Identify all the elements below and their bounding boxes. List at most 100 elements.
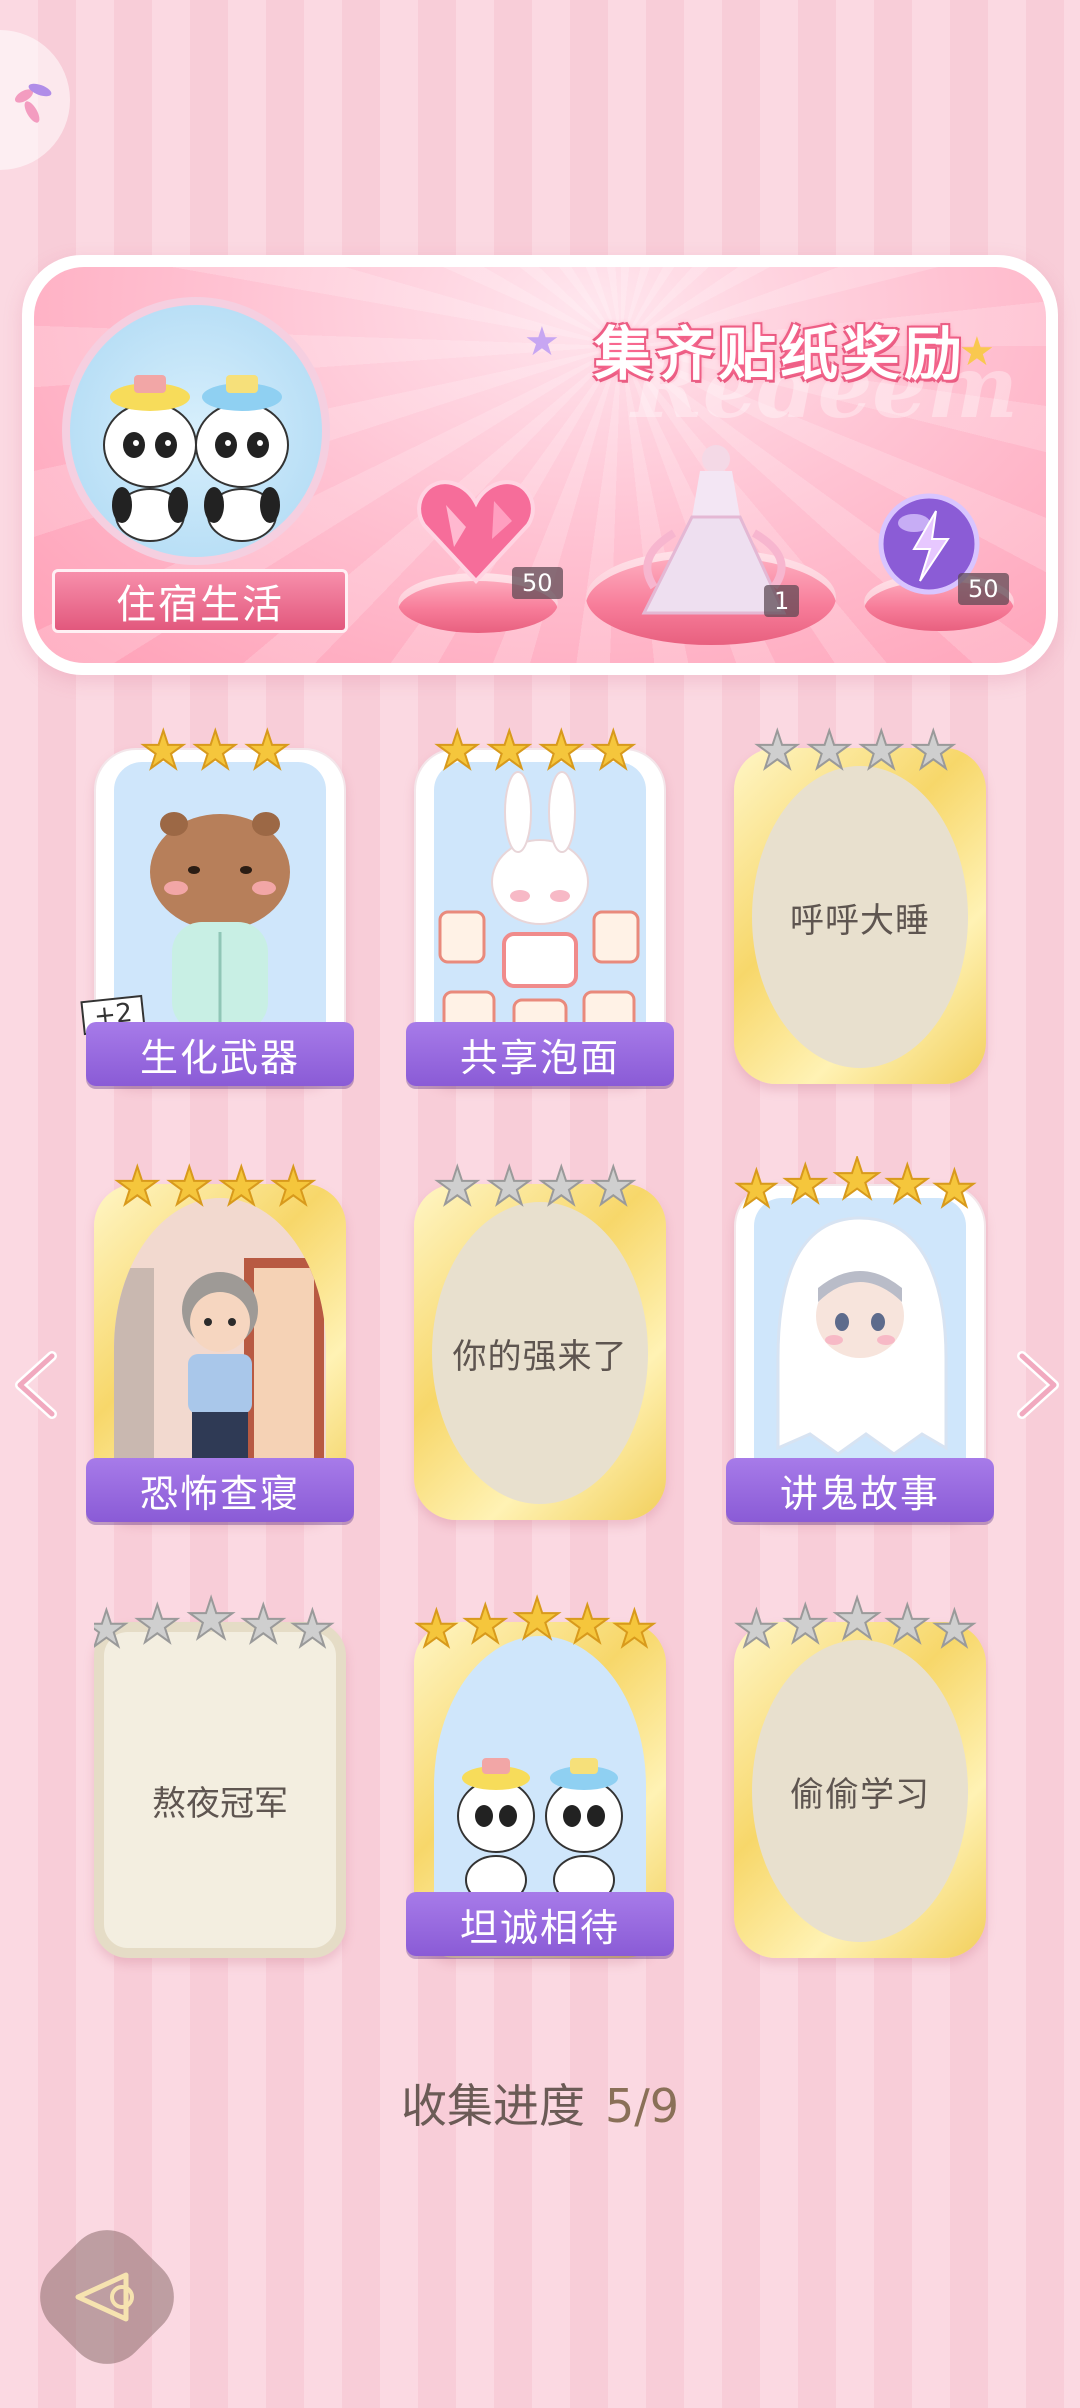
rating-star-icon: ★: [883, 1594, 932, 1654]
card-star-rating: ★ ★ ★ ★: [113, 1156, 318, 1216]
collection-progress: 收集进度 5/9: [0, 2070, 1080, 2136]
menu-flower-button[interactable]: [0, 30, 70, 170]
rating-star-icon: ★: [185, 1594, 237, 1653]
rating-star-icon: ★: [931, 1599, 978, 1654]
svg-text:★: ★: [806, 721, 853, 780]
reward-heart-gem[interactable]: 50: [416, 477, 563, 607]
svg-text:★: ★: [114, 1157, 161, 1216]
svg-text:★: ★: [590, 1157, 637, 1216]
reward-energy-orb[interactable]: 50: [874, 489, 1014, 609]
svg-text:★: ★: [782, 1595, 829, 1654]
panda-pair-icon: [103, 375, 289, 542]
svg-text:★: ★: [754, 721, 801, 780]
card-label: 呼呼大睡: [790, 900, 930, 941]
locked-card-oval: 呼呼大睡: [752, 766, 968, 1068]
locked-card-oval: 你的强来了: [432, 1202, 648, 1504]
rating-star-icon: ★: [94, 1599, 130, 1654]
svg-text:★: ★: [240, 1595, 287, 1654]
bunny-noodles-icon: [438, 771, 640, 1048]
rating-star-icon: ★: [589, 720, 638, 780]
card-illustration: [114, 762, 326, 1062]
chevron-right-icon: [1017, 1351, 1059, 1419]
sticker-card[interactable]: 你的强来了 ★ ★ ★ ★: [414, 1156, 666, 1520]
card-label: 坦诚相待: [459, 1905, 620, 1950]
previous-page-button[interactable]: [12, 1350, 62, 1424]
card-star-rating: ★ ★ ★ ★ ★: [734, 1594, 978, 1654]
card-star-rating: ★ ★ ★ ★ ★: [734, 1156, 978, 1216]
svg-text:★: ★: [414, 1600, 459, 1654]
svg-text:★: ★: [858, 721, 905, 780]
svg-text:★: ★: [590, 721, 637, 780]
rating-star-icon: ★: [239, 1594, 288, 1654]
rating-star-icon: ★: [831, 1156, 883, 1213]
rating-star-icon: ★: [753, 720, 802, 780]
card-label: 恐怖查寝: [139, 1471, 300, 1516]
rating-star-icon: ★: [563, 1594, 612, 1654]
sticker-card[interactable]: 呼呼大睡 ★ ★ ★ ★: [734, 720, 986, 1084]
banner-title: 集齐贴纸奖励: [594, 320, 967, 388]
svg-text:★: ★: [434, 1157, 481, 1216]
back-button[interactable]: [23, 2213, 191, 2381]
svg-text:★: ★: [734, 1600, 779, 1654]
rating-star-icon: ★: [734, 1599, 780, 1654]
rating-star-icon: ★: [414, 1599, 460, 1654]
rating-star-icon: ★: [139, 720, 188, 780]
sticker-card[interactable]: ★ ★ ★ ★ ★ 坦诚相待: [406, 1594, 674, 1958]
reward-banner: Redeem ★ ★ 集齐贴纸奖励 住宿生活 50 1 50: [22, 255, 1058, 675]
rating-star-icon: ★: [133, 1594, 182, 1654]
svg-text:★: ★: [782, 1156, 829, 1215]
card-star-rating: ★ ★ ★ ★: [433, 720, 638, 780]
rating-star-icon: ★: [931, 1159, 978, 1216]
rating-star-icon: ★: [485, 720, 534, 780]
svg-text:★: ★: [290, 1600, 335, 1654]
svg-text:★: ★: [538, 1157, 585, 1216]
sticker-card[interactable]: 偷偷学习 ★ ★ ★ ★ ★: [734, 1594, 986, 1958]
card-label-plate: 共享泡面: [406, 1022, 674, 1086]
sticker-card[interactable]: 熬夜冠军 ★ ★ ★ ★ ★: [94, 1594, 346, 1958]
rating-star-icon: ★: [857, 720, 906, 780]
svg-text:★: ★: [538, 721, 585, 780]
rating-star-icon: ★: [269, 1156, 318, 1216]
svg-text:★: ★: [434, 721, 481, 780]
reward-gown-outfit[interactable]: 1: [614, 437, 814, 627]
svg-text:★: ★: [486, 721, 533, 780]
theme-illustration[interactable]: [62, 297, 330, 565]
reward-count: 50: [512, 567, 563, 599]
svg-text:★: ★: [134, 1595, 181, 1654]
card-label-plate: 生化武器: [86, 1022, 354, 1086]
sticker-card[interactable]: ★ ★ ★ +2 生化武器: [80, 720, 354, 1086]
panda-pair-icon: [457, 1758, 623, 1905]
rating-star-icon: ★: [289, 1599, 336, 1654]
card-star-rating: ★ ★ ★ ★: [753, 720, 958, 780]
svg-text:★: ★: [884, 1156, 931, 1215]
ghost-costume-icon: [776, 1216, 948, 1456]
chevron-left-icon: [15, 1351, 57, 1419]
sticker-card[interactable]: ★ ★ ★ ★ 恐怖查寝: [86, 1156, 354, 1522]
rating-star-icon: ★: [243, 720, 292, 780]
sticker-card[interactable]: ★ ★ ★ ★ ★ 讲鬼故事: [726, 1156, 994, 1522]
sticker-card[interactable]: ★ ★ ★ ★ 共享泡面: [406, 720, 674, 1086]
rating-star-icon: ★: [537, 1156, 586, 1216]
rating-star-icon: ★: [883, 1156, 932, 1216]
reward-count: 1: [764, 585, 800, 617]
locked-card-oval: 偷偷学习: [752, 1640, 968, 1942]
svg-text:★: ★: [218, 1157, 265, 1216]
svg-text:★: ★: [486, 1157, 533, 1216]
svg-text:★: ★: [564, 1595, 611, 1654]
rating-star-icon: ★: [805, 720, 854, 780]
card-label: 生化武器: [139, 1035, 300, 1080]
svg-text:★: ★: [462, 1595, 509, 1654]
next-page-button[interactable]: [1012, 1350, 1062, 1424]
card-label: 熬夜冠军: [152, 1784, 288, 1824]
progress-value: 5/9: [604, 2079, 680, 2133]
progress-label: 收集进度: [400, 2079, 585, 2133]
rating-star-icon: ★: [831, 1594, 883, 1653]
card-illustration: [434, 1636, 646, 1936]
theme-label: 住宿生活: [116, 582, 284, 628]
svg-text:★: ★: [186, 1594, 236, 1652]
svg-text:★: ★: [832, 1594, 882, 1652]
rating-star-icon: ★: [611, 1599, 658, 1654]
card-star-rating: ★ ★ ★: [139, 720, 292, 780]
svg-text:★: ★: [932, 1600, 977, 1654]
theme-label-ribbon: 住宿生活: [52, 569, 348, 633]
